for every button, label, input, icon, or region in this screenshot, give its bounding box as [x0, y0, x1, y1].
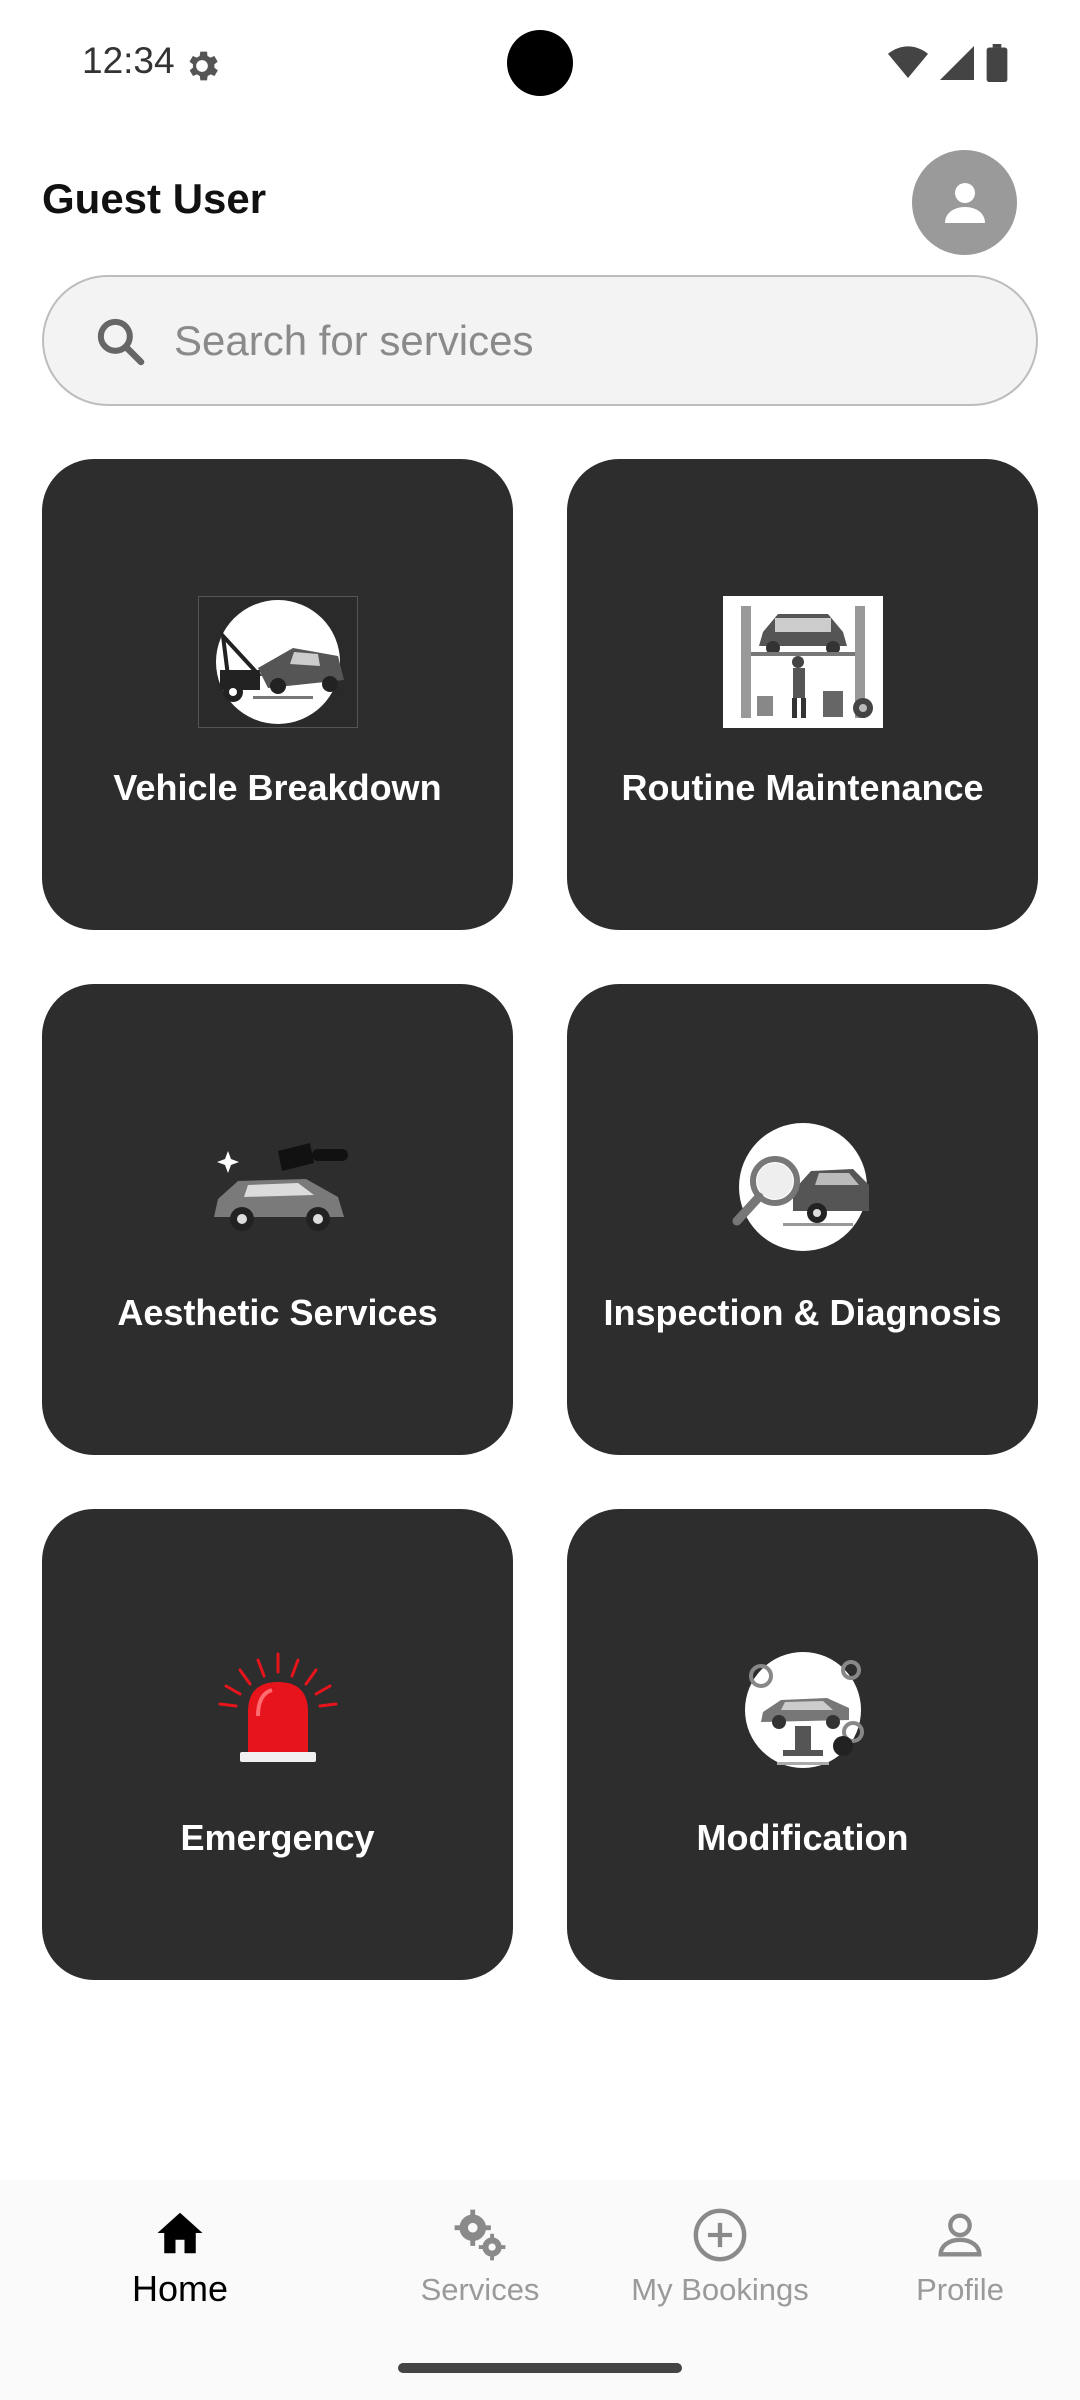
cell-signal-icon — [940, 46, 974, 80]
nav-label: Services — [420, 2272, 540, 2307]
tile-label: Inspection & Diagnosis — [603, 1291, 1002, 1333]
person-outline-icon — [938, 2213, 982, 2257]
status-bar: 12:34 — [0, 0, 1080, 128]
service-grid: Vehicle Breakdown Routine Maintenance Ae… — [42, 459, 1038, 1980]
gears-icon — [454, 2209, 506, 2261]
person-icon — [944, 182, 985, 223]
avatar[interactable] — [912, 150, 1017, 255]
camera-cutout — [507, 30, 573, 96]
siren-icon — [218, 1652, 337, 1762]
wifi-icon — [888, 46, 928, 78]
service-tile-routine-maintenance[interactable]: Routine Maintenance — [567, 459, 1038, 930]
home-indicator[interactable] — [398, 2363, 682, 2373]
service-tile-emergency[interactable]: Emergency — [42, 1509, 513, 1980]
car-modification-icon — [744, 1651, 864, 1768]
service-tile-inspection-diagnosis[interactable]: Inspection & Diagnosis — [567, 984, 1038, 1455]
status-time: 12:34 — [82, 40, 175, 81]
tile-label: Modification — [696, 1816, 909, 1858]
tow-truck-icon — [197, 595, 358, 728]
nav-profile[interactable]: Profile — [850, 2206, 1070, 2308]
search-bar[interactable] — [42, 275, 1038, 406]
service-tile-vehicle-breakdown[interactable]: Vehicle Breakdown — [42, 459, 513, 930]
battery-icon — [986, 44, 1008, 82]
search-input[interactable] — [174, 316, 934, 365]
tile-label: Aesthetic Services — [117, 1291, 438, 1333]
nav-label: My Bookings — [631, 2272, 809, 2307]
nav-services[interactable]: Services — [370, 2206, 590, 2308]
magnifier-car-icon — [732, 1122, 869, 1251]
service-tile-modification[interactable]: Modification — [567, 1509, 1038, 1980]
service-tile-aesthetic-services[interactable]: Aesthetic Services — [42, 984, 513, 1455]
nav-home[interactable]: Home — [70, 2206, 290, 2310]
search-icon — [97, 318, 145, 365]
user-name: Guest User — [42, 175, 267, 222]
nav-label: Home — [131, 2268, 229, 2309]
car-polish-icon — [213, 1142, 348, 1231]
nav-my-bookings[interactable]: My Bookings — [610, 2206, 830, 2308]
home-icon — [157, 2212, 203, 2254]
tile-label: Routine Maintenance — [621, 766, 984, 808]
status-icons — [888, 44, 1008, 82]
settings-gear-icon — [189, 51, 218, 81]
tile-label: Emergency — [180, 1816, 375, 1858]
nav-label: Profile — [916, 2272, 1004, 2307]
tile-label: Vehicle Breakdown — [113, 766, 442, 808]
add-circle-icon — [693, 2208, 747, 2262]
car-lift-icon — [722, 595, 883, 728]
